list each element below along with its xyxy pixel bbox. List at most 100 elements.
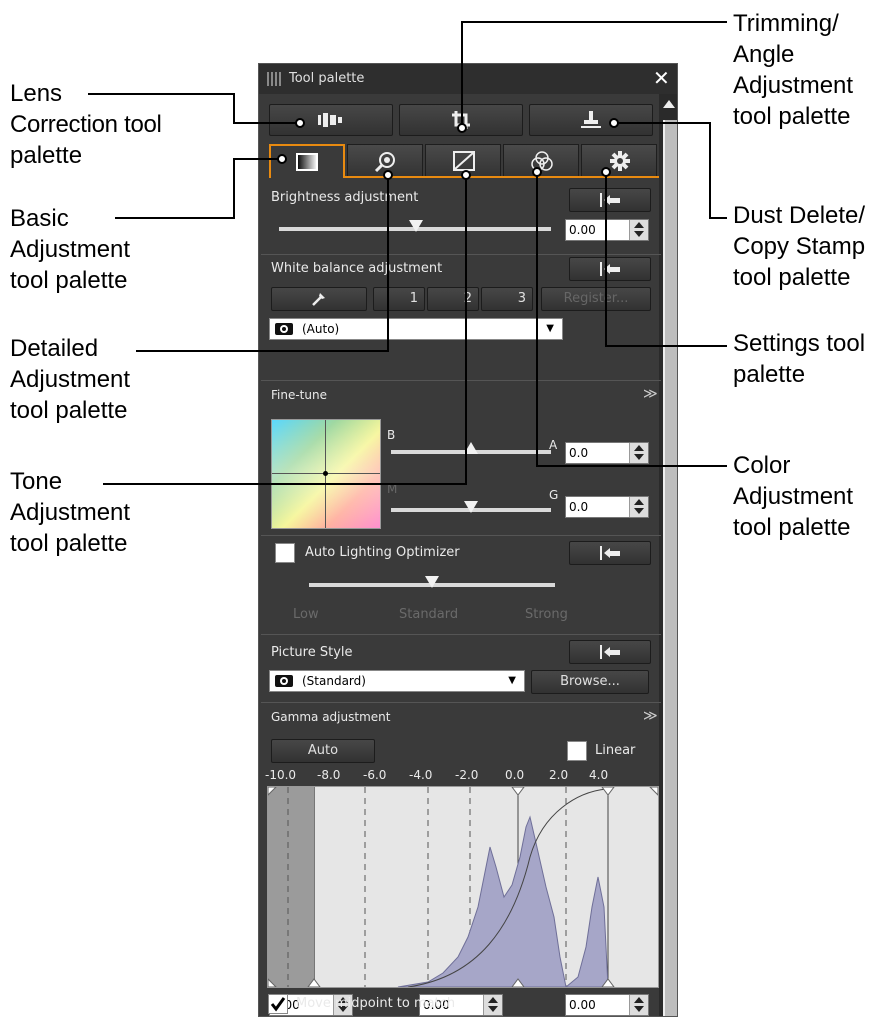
divider xyxy=(261,634,661,635)
spin-arrows-icon[interactable] xyxy=(629,220,648,240)
spin-arrows-icon[interactable] xyxy=(629,497,648,517)
collapse-chevron-icon[interactable]: ≫ xyxy=(643,708,658,724)
gamma-tick-label: -8.0 xyxy=(317,768,341,782)
wb-custom-2-button[interactable]: 2 xyxy=(427,287,479,311)
callout-detailed-adjustment: Detailed Adjustment tool palette xyxy=(10,335,131,424)
tab-detailed-adjustment[interactable] xyxy=(347,144,423,178)
ba-value-field[interactable]: 0.0 xyxy=(565,442,649,464)
gamma-tick-label: 4.0 xyxy=(589,768,609,782)
gamma-tick-label: -10.0 xyxy=(265,768,297,782)
basic-adjustment-icon xyxy=(296,153,318,171)
checkmark-icon xyxy=(270,997,286,1012)
gamma-tick-label: 2.0 xyxy=(549,768,569,782)
gamma-label: Gamma adjustment xyxy=(271,710,391,724)
gamma-tick-label: 0.0 xyxy=(505,768,525,782)
brightness-slider-thumb[interactable] xyxy=(409,220,423,232)
callout-trimming: Trimming/ Angle Adjustment tool palette xyxy=(733,10,854,130)
chevron-down-icon: ▼ xyxy=(546,323,554,334)
linear-label: Linear xyxy=(595,743,636,758)
browse-button[interactable]: Browse... xyxy=(531,670,649,694)
gamma-auto-button[interactable]: Auto xyxy=(271,739,375,763)
fine-tune-label: Fine-tune xyxy=(271,388,327,402)
picture-style-reset-button[interactable] xyxy=(569,640,651,664)
brightness-label: Brightness adjustment xyxy=(271,190,419,205)
spin-arrows-icon[interactable] xyxy=(483,995,502,1015)
move-midpoint-label: Move midpoint to match xyxy=(296,996,456,1011)
b-axis-label: B xyxy=(387,428,396,442)
linear-checkbox[interactable] xyxy=(567,741,587,761)
white-balance-dropdown[interactable]: (Auto) ▼ xyxy=(269,318,563,340)
grip-icon[interactable] xyxy=(267,72,281,86)
tab-color-adjustment[interactable] xyxy=(503,144,579,178)
alo-reset-button[interactable] xyxy=(569,541,651,565)
mg-value-field[interactable]: 0.0 xyxy=(565,496,649,518)
picture-style-label: Picture Style xyxy=(271,645,353,660)
white-balance-reset-button[interactable] xyxy=(569,257,651,281)
camera-icon xyxy=(275,323,293,335)
wb-custom-1-button[interactable]: 1 xyxy=(373,287,425,311)
tab-basic-adjustment[interactable] xyxy=(269,144,345,178)
mg-slider-thumb[interactable] xyxy=(464,501,478,513)
alo-slider-thumb[interactable] xyxy=(425,576,439,588)
alo-label: Auto Lighting Optimizer xyxy=(305,545,460,560)
chevron-down-icon: ▼ xyxy=(508,675,516,686)
lens-icon xyxy=(318,113,342,127)
histogram-svg xyxy=(267,786,659,988)
stamp-icon xyxy=(581,111,601,128)
trimming-button[interactable] xyxy=(399,104,523,136)
reset-icon xyxy=(600,262,620,276)
g-axis-label: G xyxy=(549,488,559,502)
alo-strong-label: Strong xyxy=(525,607,568,622)
callout-settings: Settings tool palette xyxy=(733,330,866,388)
tab-underline xyxy=(345,176,659,178)
color-wheel-grid[interactable] xyxy=(271,419,381,529)
vertical-scrollbar[interactable] xyxy=(659,94,677,1016)
picture-style-dropdown[interactable]: (Standard) ▼ xyxy=(269,670,525,692)
eyedropper-icon xyxy=(312,293,325,306)
tab-settings[interactable] xyxy=(581,144,657,178)
reset-icon xyxy=(600,546,620,560)
collapse-chevron-icon[interactable]: ≫ xyxy=(643,386,658,402)
eyedropper-button[interactable] xyxy=(271,287,367,311)
wb-custom-3-button[interactable]: 3 xyxy=(481,287,533,311)
close-icon[interactable]: ✕ xyxy=(653,68,670,88)
tab-tone-adjustment[interactable] xyxy=(425,144,501,178)
crop-icon xyxy=(452,111,470,129)
callout-basic-adjustment: Basic Adjustment tool palette xyxy=(10,205,131,294)
gear-icon xyxy=(610,151,630,171)
divider xyxy=(261,702,661,703)
ba-slider-thumb[interactable] xyxy=(464,442,478,454)
palette-title: Tool palette xyxy=(289,71,365,86)
scrollbar-thumb[interactable] xyxy=(663,120,677,1016)
title-bar[interactable]: Tool palette ✕ xyxy=(259,64,677,94)
alo-checkbox[interactable] xyxy=(275,543,295,563)
divider xyxy=(261,535,661,536)
gamma-tick-label: -2.0 xyxy=(455,768,479,782)
register-button: Register... xyxy=(541,287,651,311)
spin-arrows-icon[interactable] xyxy=(629,995,648,1015)
lens-correction-button[interactable] xyxy=(269,104,393,136)
gamma-white-point-field[interactable]: 0.00 xyxy=(565,994,649,1016)
alo-standard-label: Standard xyxy=(399,607,459,622)
dust-delete-button[interactable] xyxy=(529,104,653,136)
reset-icon xyxy=(600,645,620,659)
brightness-reset-button[interactable] xyxy=(569,188,651,212)
gamma-tick-label: -4.0 xyxy=(409,768,433,782)
divider xyxy=(261,380,661,381)
scroll-up-icon[interactable] xyxy=(663,100,675,108)
white-balance-label: White balance adjustment xyxy=(271,261,443,276)
tone-curve-icon xyxy=(453,151,475,171)
spin-arrows-icon[interactable] xyxy=(629,443,648,463)
callout-color-adjustment: Color Adjustment tool palette xyxy=(733,452,854,541)
callout-dust-delete: Dust Delete/ Copy Stamp tool palette xyxy=(733,202,866,291)
reset-icon xyxy=(600,193,620,207)
divider xyxy=(261,254,661,255)
brightness-value-field[interactable]: 0.00 xyxy=(565,219,649,241)
m-axis-label: M xyxy=(387,482,398,496)
tool-palette-window: Tool palette ✕ Brightness adjustment 0.0… xyxy=(258,63,678,1017)
gamma-histogram[interactable] xyxy=(267,786,659,988)
move-midpoint-checkbox[interactable] xyxy=(268,994,288,1014)
callout-tone-adjustment: Tone Adjustment tool palette xyxy=(10,468,131,557)
alo-low-label: Low xyxy=(293,607,319,622)
callout-lens-correction: Lens Correction tool palette xyxy=(10,80,162,169)
